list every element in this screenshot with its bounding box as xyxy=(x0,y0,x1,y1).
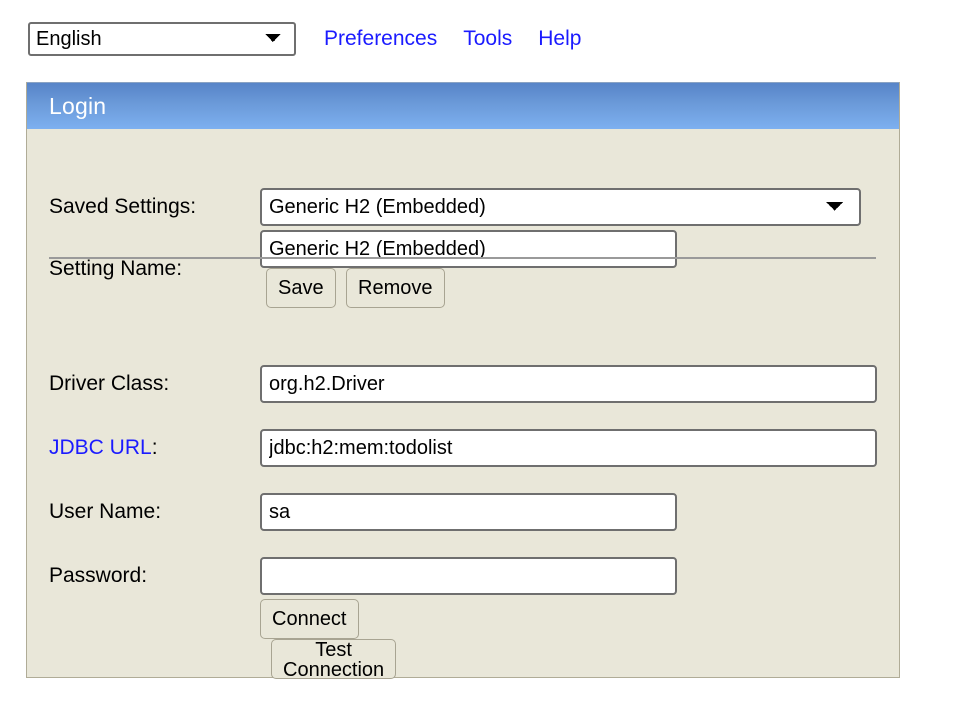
section-divider xyxy=(49,257,876,259)
jdbc-url-label-link[interactable]: JDBC URL: xyxy=(49,436,158,460)
action-buttons: Connect Test Connection xyxy=(260,599,396,681)
user-name-label: User Name: xyxy=(49,500,161,524)
password-input[interactable] xyxy=(260,557,677,595)
setting-name-control: Save Remove xyxy=(260,230,677,308)
saved-settings-control: Generic H2 (Embedded) xyxy=(260,188,861,226)
login-panel: Login Saved Settings: Generic H2 (Embedd… xyxy=(26,82,900,678)
password-label: Password: xyxy=(49,564,147,588)
jdbc-url-label-text: JDBC URL xyxy=(49,436,152,459)
remove-button[interactable]: Remove xyxy=(346,268,444,308)
top-toolbar: English Preferences Tools Help xyxy=(0,0,980,78)
panel-header: Login xyxy=(27,82,899,129)
toolbar-link-preferences[interactable]: Preferences xyxy=(324,27,437,51)
setting-name-label: Setting Name: xyxy=(49,257,182,281)
save-button[interactable]: Save xyxy=(266,268,336,308)
password-control xyxy=(260,557,677,595)
saved-settings-select[interactable]: Generic H2 (Embedded) xyxy=(260,188,861,226)
language-select[interactable]: English xyxy=(28,22,296,56)
user-name-control xyxy=(260,493,677,531)
jdbc-url-input[interactable] xyxy=(260,429,877,467)
user-name-input[interactable] xyxy=(260,493,677,531)
saved-settings-label: Saved Settings: xyxy=(49,195,196,219)
driver-class-label: Driver Class: xyxy=(49,372,169,396)
panel-title: Login xyxy=(49,93,106,120)
toolbar-link-help[interactable]: Help xyxy=(538,27,581,51)
login-form: Saved Settings: Generic H2 (Embedded) Se… xyxy=(27,129,899,677)
jdbc-url-label-colon: : xyxy=(152,436,158,459)
driver-class-control xyxy=(260,365,877,403)
toolbar-link-tools[interactable]: Tools xyxy=(463,27,512,51)
setting-name-input[interactable] xyxy=(260,230,677,268)
test-connection-button[interactable]: Test Connection xyxy=(271,639,396,679)
connect-button[interactable]: Connect xyxy=(260,599,359,639)
driver-class-input[interactable] xyxy=(260,365,877,403)
jdbc-url-control xyxy=(260,429,877,467)
